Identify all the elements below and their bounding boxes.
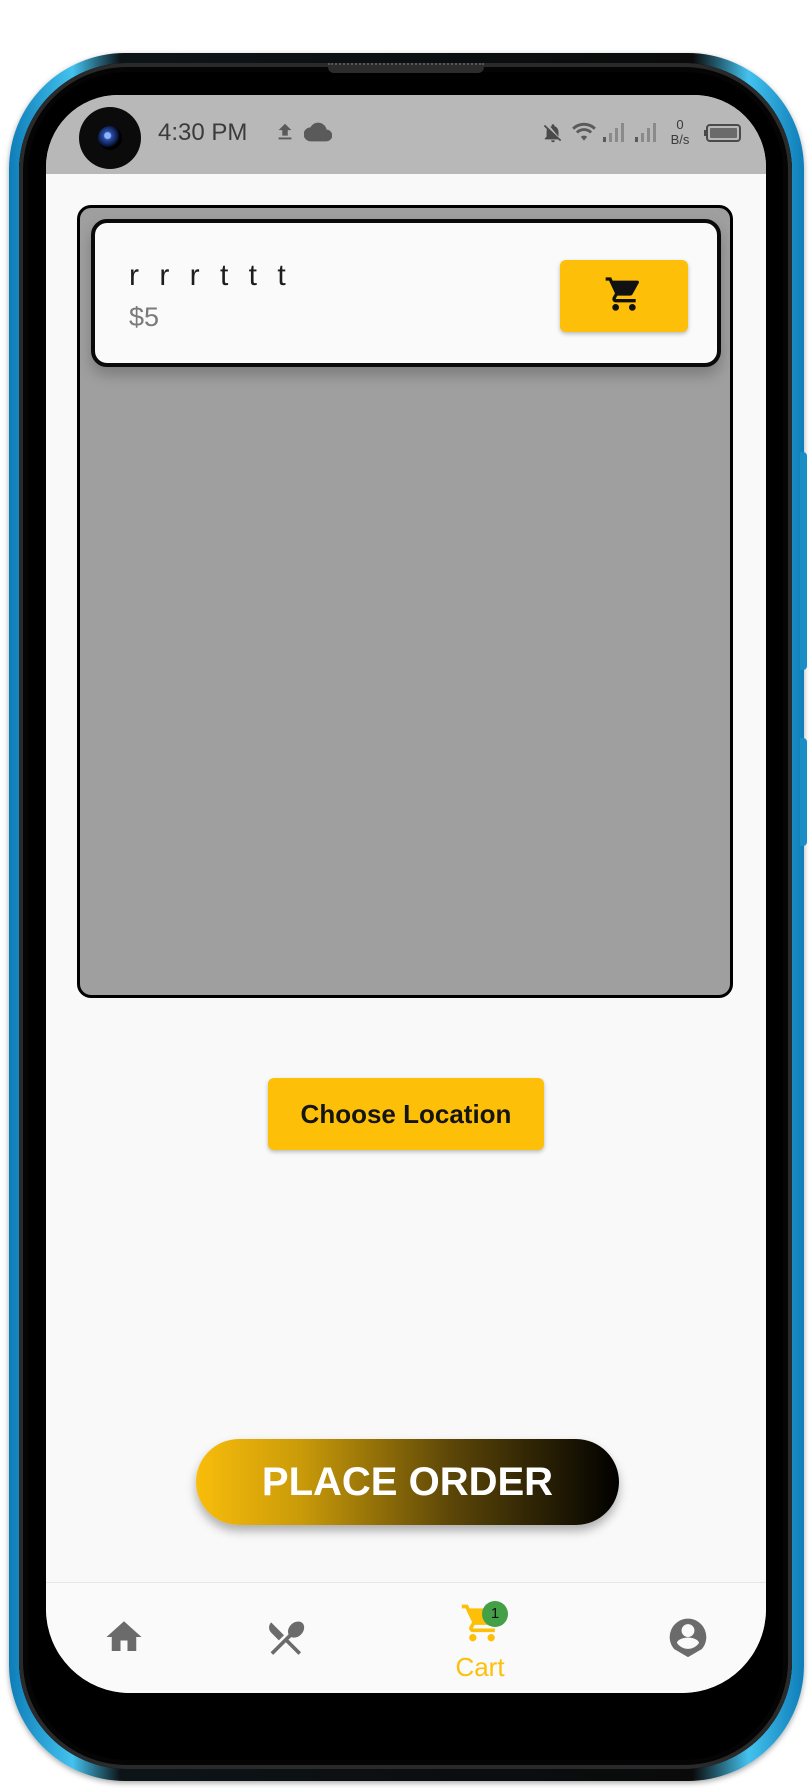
signal-icon (634, 121, 660, 148)
app-screen: 4:30 PM 0 B/s r r r t t t $5 Choose Loca… (46, 95, 766, 1693)
camera-lens (98, 126, 122, 150)
signal-icon (602, 121, 628, 148)
account-icon (666, 1618, 710, 1664)
nav-item-profile[interactable] (666, 1614, 710, 1665)
cart-item-action-button[interactable] (560, 260, 688, 332)
volume-button (800, 452, 807, 670)
status-time: 4:30 PM (158, 119, 248, 146)
cloud-icon (303, 121, 333, 148)
power-button (800, 738, 807, 846)
battery-icon (704, 123, 742, 148)
cart-item-card: r r r t t t $5 (91, 219, 721, 367)
status-bar: 4:30 PM 0 B/s (46, 95, 766, 174)
nav-item-cart-label: Cart (455, 1652, 505, 1682)
earpiece-speaker (328, 63, 484, 73)
wifi-icon (571, 121, 597, 148)
bell-off-icon (542, 121, 564, 150)
choose-location-button[interactable]: Choose Location (268, 1078, 544, 1150)
home-icon (102, 1621, 146, 1662)
place-order-button[interactable]: PLACE ORDER (196, 1439, 619, 1525)
network-speed-unit: B/s (670, 132, 690, 147)
upload-icon (274, 121, 296, 148)
fork-spoon-icon (264, 1621, 308, 1664)
bottom-navigation: 1 Cart (46, 1582, 766, 1693)
network-speed: 0 B/s (666, 117, 694, 147)
nav-item-menu[interactable] (264, 1616, 308, 1665)
front-camera (79, 107, 141, 169)
shopping-cart-icon (603, 274, 645, 319)
item-price: $5 (129, 302, 160, 332)
nav-item-home[interactable] (102, 1616, 146, 1663)
item-name: r r r t t t (129, 259, 292, 292)
app-screenshot: 4:30 PM 0 B/s r r r t t t $5 Choose Loca… (0, 0, 812, 1788)
network-speed-value: 0 (676, 117, 684, 132)
nav-item-cart[interactable]: 1 Cart (454, 1601, 510, 1683)
cart-count-badge: 1 (482, 1601, 508, 1627)
